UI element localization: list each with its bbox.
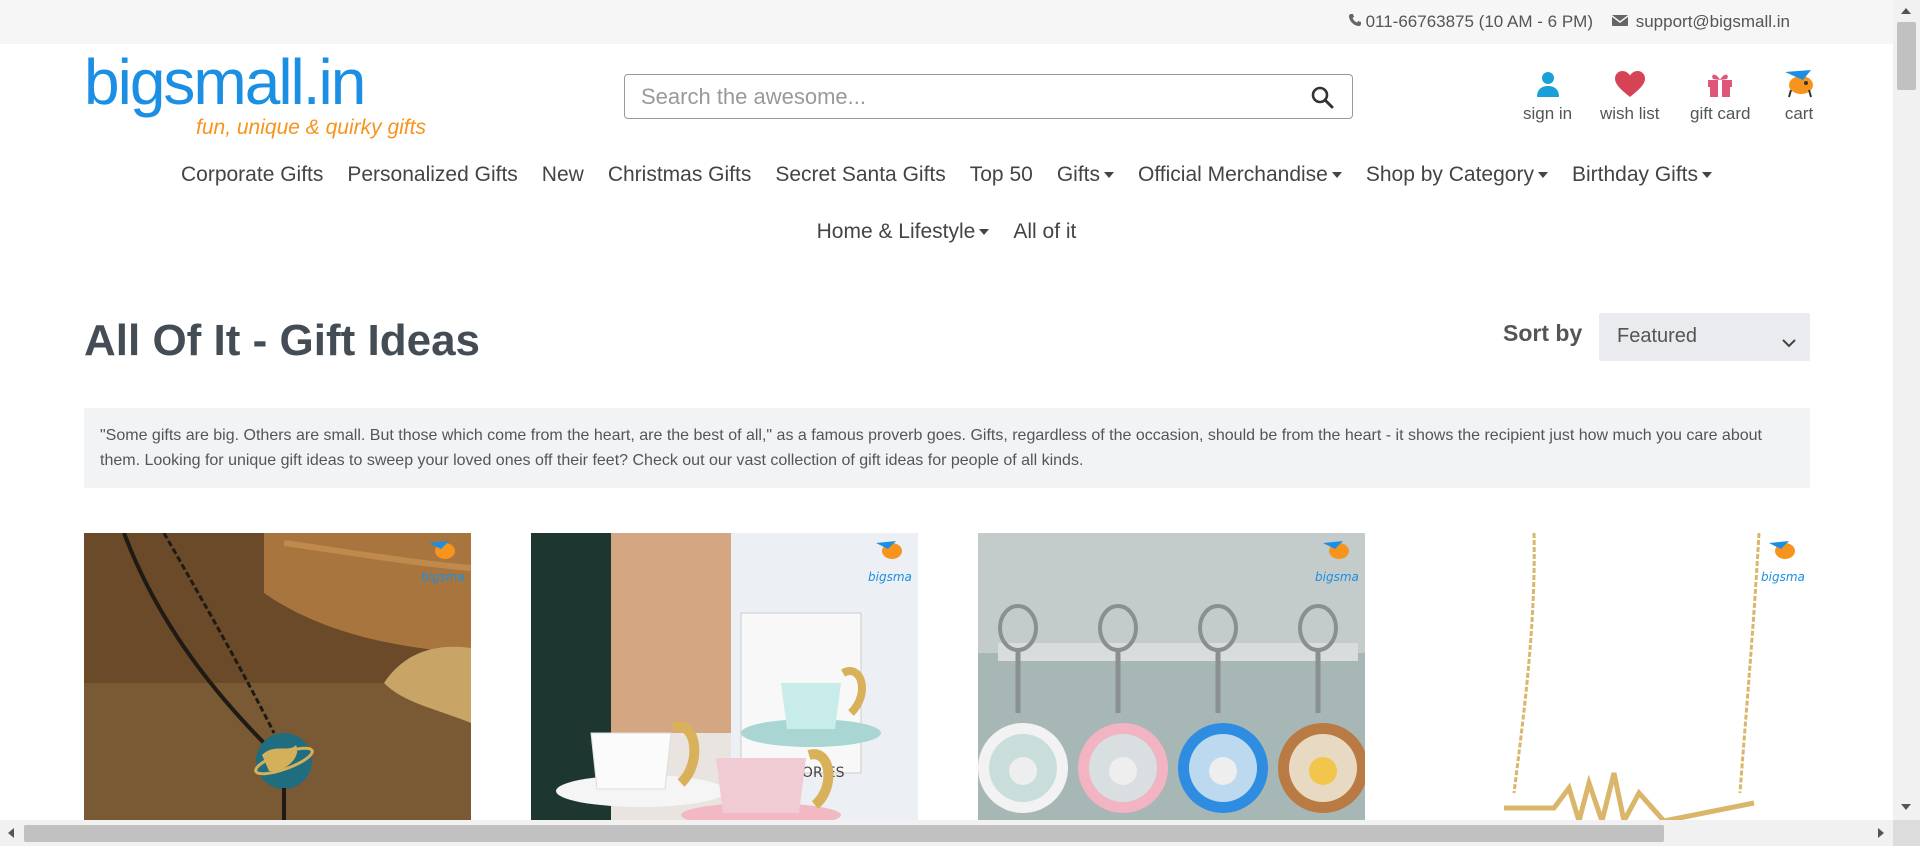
scroll-down-icon[interactable] bbox=[1901, 804, 1911, 810]
caret-down-icon bbox=[1331, 172, 1342, 178]
horizontal-scroll-thumb[interactable] bbox=[24, 825, 1664, 842]
search-box bbox=[624, 74, 1353, 119]
nav-home-lifestyle[interactable]: Home & Lifestyle bbox=[817, 220, 990, 244]
nav-official-merchandise[interactable]: Official Merchandise bbox=[1138, 163, 1342, 187]
phone-text: 011-66763875 (10 AM - 6 PM) bbox=[1365, 12, 1593, 31]
main-nav: Corporate Gifts Personalized Gifts New C… bbox=[0, 163, 1893, 187]
caret-down-icon bbox=[1103, 172, 1114, 178]
product-card[interactable]: bigsmall bbox=[84, 533, 471, 821]
scroll-right-icon[interactable] bbox=[1878, 828, 1884, 838]
nav-christmas-gifts[interactable]: Christmas Gifts bbox=[608, 163, 752, 187]
cart-icon bbox=[1781, 66, 1817, 98]
caret-down-icon bbox=[1702, 172, 1713, 178]
support-email[interactable]: support@bigsmall.in bbox=[1611, 12, 1790, 32]
top-bar: 011-66763875 (10 AM - 6 PM) support@bigs… bbox=[0, 0, 1893, 44]
wish-list-link[interactable]: wish list bbox=[1600, 66, 1660, 124]
product-image-bear-keychains bbox=[978, 533, 1365, 821]
sort-selected-value: Featured bbox=[1617, 325, 1698, 347]
vertical-scrollbar[interactable] bbox=[1893, 0, 1920, 820]
category-description: "Some gifts are big. Others are small. B… bbox=[84, 408, 1810, 488]
bigsmall-watermark-icon: bigsmall bbox=[419, 537, 471, 594]
svg-text:bigsmall: bigsmall bbox=[1315, 570, 1359, 584]
product-image-heartbeat-necklace bbox=[1424, 533, 1811, 821]
nav-label: Christmas Gifts bbox=[607, 163, 752, 186]
nav-top-50[interactable]: Top 50 bbox=[970, 163, 1033, 187]
page-title: All Of It - Gift Ideas bbox=[84, 316, 481, 365]
nav-birthday-gifts[interactable]: Birthday Gifts bbox=[1571, 163, 1713, 187]
support-phone[interactable]: 011-66763875 (10 AM - 6 PM) bbox=[1348, 12, 1593, 32]
caret-down-icon bbox=[1537, 172, 1548, 178]
sign-in-label: sign in bbox=[1523, 104, 1573, 123]
scroll-up-icon[interactable] bbox=[1901, 8, 1911, 14]
gift-card-label: gift card bbox=[1690, 104, 1751, 123]
horizontal-scrollbar[interactable] bbox=[0, 820, 1893, 846]
user-icon bbox=[1536, 66, 1560, 98]
cart-link[interactable]: cart bbox=[1781, 66, 1817, 124]
svg-text:bigsmall: bigsmall bbox=[868, 570, 912, 584]
wish-list-label: wish list bbox=[1600, 104, 1660, 123]
nav-label: Birthday Gifts bbox=[1571, 163, 1699, 186]
nav-label: Secret Santa Gifts bbox=[775, 163, 946, 186]
scroll-left-icon[interactable] bbox=[8, 828, 14, 838]
gift-card-link[interactable]: gift card bbox=[1690, 66, 1750, 124]
phone-icon bbox=[1348, 12, 1362, 32]
bigsmall-watermark-icon: bigsmall bbox=[1313, 537, 1365, 594]
nav-label: Shop by Category bbox=[1365, 163, 1534, 186]
product-image-globe-necklace bbox=[84, 533, 471, 821]
sign-in-link[interactable]: sign in bbox=[1523, 66, 1572, 124]
product-image-winged-cups: EMORIES bbox=[531, 533, 918, 821]
chevron-down-icon bbox=[1782, 331, 1796, 354]
search-icon[interactable] bbox=[1310, 85, 1334, 114]
sort-label: Sort by bbox=[1503, 320, 1583, 346]
svg-text:bigsmall: bigsmall bbox=[421, 570, 465, 584]
nav-label: All of it bbox=[1013, 220, 1077, 243]
main-nav-row-2: Home & Lifestyle All of it bbox=[0, 220, 1893, 244]
gift-icon bbox=[1706, 66, 1734, 98]
svg-text:bigsmall: bigsmall bbox=[1761, 570, 1805, 584]
scrollbar-corner bbox=[1893, 820, 1920, 846]
sort-select[interactable]: Featured bbox=[1599, 313, 1810, 361]
nav-label: Home & Lifestyle bbox=[816, 220, 976, 243]
nav-label: Top 50 bbox=[969, 163, 1033, 186]
nav-shop-by-category[interactable]: Shop by Category bbox=[1366, 163, 1548, 187]
nav-label: Gifts bbox=[1056, 163, 1100, 186]
caret-down-icon bbox=[979, 229, 990, 235]
site-logo[interactable]: bigsmall.in fun, unique & quirky gifts bbox=[84, 50, 444, 142]
bigsmall-watermark-icon: bigsmall bbox=[866, 537, 918, 594]
nav-label: Personalized Gifts bbox=[347, 163, 518, 186]
nav-corporate-gifts[interactable]: Corporate Gifts bbox=[181, 163, 323, 187]
nav-personalized-gifts[interactable]: Personalized Gifts bbox=[347, 163, 517, 187]
nav-label: Official Merchandise bbox=[1137, 163, 1328, 186]
cart-label: cart bbox=[1784, 104, 1814, 123]
search-input[interactable] bbox=[625, 75, 1285, 118]
product-card[interactable]: bigsmall bbox=[978, 533, 1365, 821]
nav-secret-santa-gifts[interactable]: Secret Santa Gifts bbox=[775, 163, 945, 187]
nav-label: New bbox=[541, 163, 584, 186]
product-card[interactable]: EMORIES bigsmall bbox=[531, 533, 918, 821]
envelope-icon bbox=[1611, 12, 1629, 32]
nav-label: Corporate Gifts bbox=[180, 163, 324, 186]
nav-new[interactable]: New bbox=[542, 163, 584, 187]
logo-tagline: fun, unique & quirky gifts bbox=[196, 116, 426, 139]
email-text: support@bigsmall.in bbox=[1635, 12, 1790, 31]
logo-wordmark: bigsmall.in bbox=[84, 46, 366, 118]
heart-icon bbox=[1614, 66, 1646, 98]
bigsmall-watermark-icon: bigsmall bbox=[1759, 537, 1811, 594]
product-card[interactable]: bigsmall bbox=[1424, 533, 1811, 821]
vertical-scroll-thumb[interactable] bbox=[1897, 22, 1916, 90]
nav-all-of-it[interactable]: All of it bbox=[1013, 220, 1076, 244]
nav-gifts[interactable]: Gifts bbox=[1057, 163, 1114, 187]
